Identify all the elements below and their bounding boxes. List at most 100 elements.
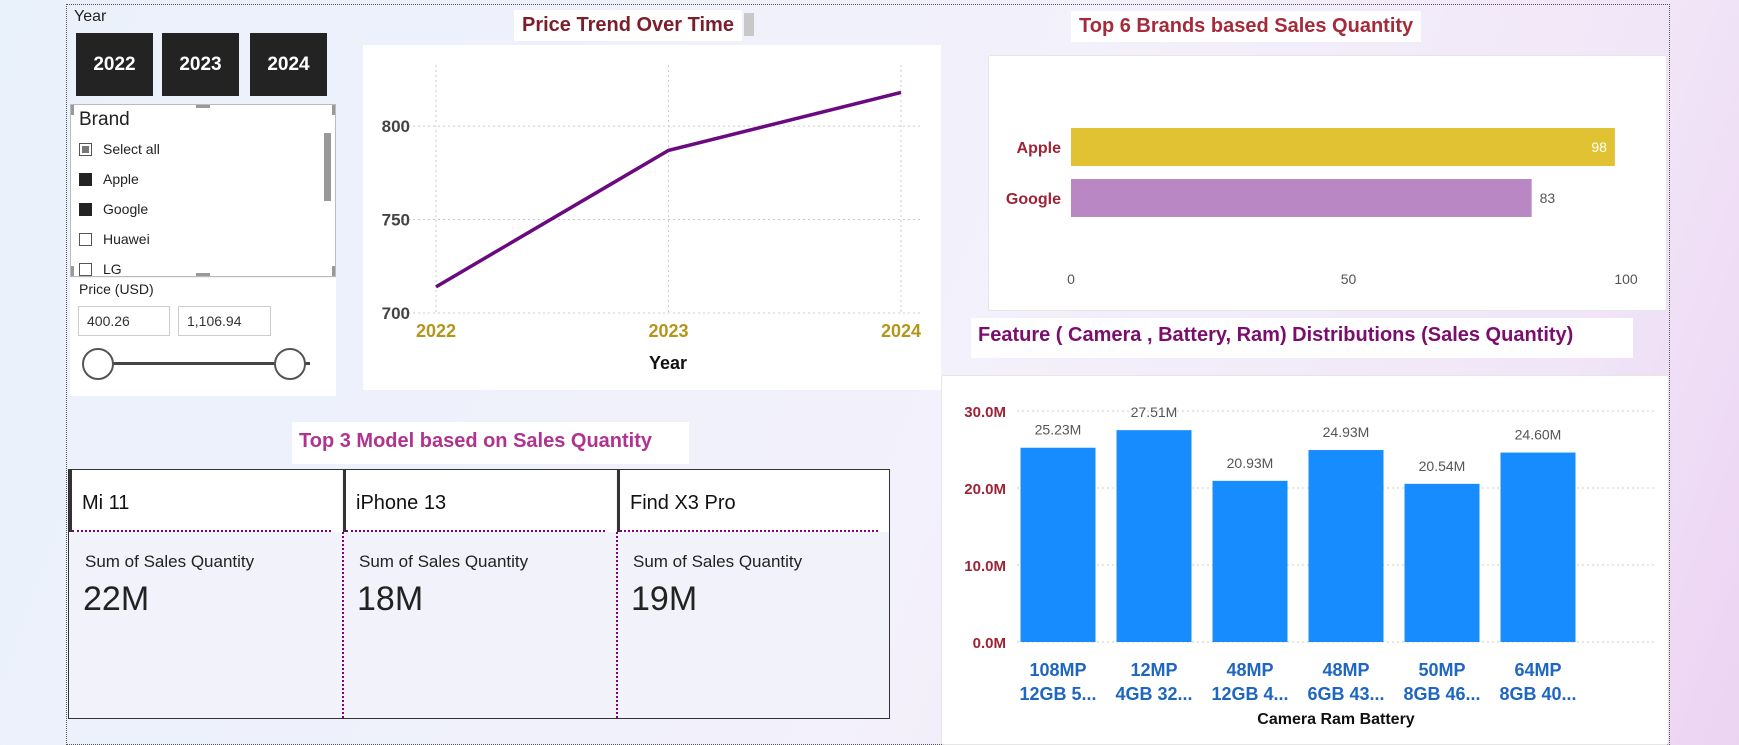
- x-tick-label: 8GB 40...: [1499, 684, 1576, 704]
- brand-item-lg[interactable]: LG: [79, 258, 122, 277]
- year-option-2022[interactable]: 2022: [76, 33, 153, 96]
- x-tick-label: 4GB 32...: [1115, 684, 1192, 704]
- brand-item-label: Select all: [103, 141, 160, 157]
- category-label: Google: [1006, 191, 1061, 208]
- resize-handle-corner[interactable]: [332, 266, 335, 276]
- year-slicer-label: Year: [74, 8, 107, 25]
- model-card-metric-label: Sum of Sales Quantity: [633, 552, 803, 571]
- model-card: iPhone 13 Sum of Sales Quantity 18M: [343, 470, 616, 718]
- data-label: 20.54M: [1419, 458, 1466, 474]
- model-card-name: Mi 11: [82, 492, 130, 514]
- model-card-header: Find X3 Pro: [617, 470, 889, 532]
- bar: [1071, 179, 1532, 217]
- resize-handle-top[interactable]: [196, 105, 210, 108]
- model-card: Find X3 Pro Sum of Sales Quantity 19M: [617, 470, 889, 718]
- x-tick-label: 2023: [648, 321, 688, 341]
- brand-item-select-all[interactable]: Select all: [79, 138, 160, 160]
- y-tick-label: 800: [382, 117, 410, 136]
- resize-handle-corner[interactable]: [332, 105, 335, 115]
- y-tick-label: 10.0M: [964, 558, 1006, 575]
- price-slicer: Price (USD) 400.26 1,106.94: [70, 278, 336, 396]
- x-tick-label: 50: [1341, 271, 1357, 287]
- model-card-value: 19M: [631, 580, 698, 618]
- model-card-metric-label: Sum of Sales Quantity: [85, 552, 255, 571]
- x-tick-label: 8GB 46...: [1403, 684, 1480, 704]
- price-min-input[interactable]: 400.26: [78, 306, 170, 336]
- model-card-name: iPhone 13: [356, 492, 447, 514]
- model-card-header: Mi 11: [69, 470, 342, 532]
- column-chart-title: Feature ( Camera , Battery, Ram) Distrib…: [971, 318, 1633, 358]
- divider: [620, 530, 879, 532]
- resize-handle-corner[interactable]: [71, 266, 74, 276]
- y-tick-label: 700: [382, 304, 410, 323]
- brand-slicer-title: Brand: [79, 109, 130, 130]
- x-tick-label: 12GB 5...: [1019, 684, 1096, 704]
- model-card: Mi 11 Sum of Sales Quantity 22M: [69, 470, 342, 718]
- checkbox-unchecked-icon[interactable]: [79, 232, 92, 246]
- x-tick-label: 2022: [416, 321, 456, 341]
- bar-chart: Apple 98 Google 83 0 50 100: [1006, 128, 1638, 287]
- top-models-title: Top 3 Model based on Sales Quantity: [292, 422, 689, 464]
- x-tick-label: 50MP: [1418, 660, 1465, 680]
- brand-slicer: Brand Select all Apple Google Huawei LG: [70, 104, 336, 277]
- model-card-value: 22M: [83, 580, 150, 618]
- brand-item-label: Google: [103, 201, 149, 217]
- x-tick-label: 2024: [881, 321, 921, 341]
- y-tick-label: 30.0M: [964, 404, 1006, 421]
- model-card-name: Find X3 Pro: [630, 492, 736, 514]
- checkbox-unchecked-icon[interactable]: [79, 262, 92, 276]
- x-tick-label: 12GB 4...: [1211, 684, 1288, 704]
- column-bar: [1308, 450, 1384, 642]
- brand-item-huawei[interactable]: Huawei: [79, 228, 150, 250]
- visual-header-handle[interactable]: [744, 13, 754, 36]
- bar: [1071, 128, 1615, 166]
- price-max-input[interactable]: 1,106.94: [178, 306, 271, 336]
- bar-chart-title: Top 6 Brands based Sales Quantity: [1071, 11, 1422, 42]
- data-label: 98: [1591, 139, 1607, 155]
- data-label: 83: [1540, 190, 1556, 206]
- model-card-header: iPhone 13: [343, 470, 616, 532]
- brand-item-label: Huawei: [103, 231, 150, 247]
- x-tick-label: 6GB 43...: [1307, 684, 1384, 704]
- brand-item-label: Apple: [103, 171, 139, 187]
- year-option-2024[interactable]: 2024: [250, 33, 327, 96]
- column-chart-panel: 0.0M 10.0M 20.0M 30.0M 25.23M 108MP 12GB 5... 2…: [941, 375, 1669, 745]
- column-bar: [1404, 483, 1480, 642]
- price-slider-min-knob[interactable]: [82, 348, 114, 380]
- resize-handle-bottom[interactable]: [196, 273, 210, 276]
- column-bar: [1116, 430, 1192, 642]
- brand-item-apple[interactable]: Apple: [79, 168, 139, 190]
- category-label: Apple: [1017, 140, 1062, 157]
- x-tick-label: 48MP: [1322, 660, 1369, 680]
- line-chart-title: Price Trend Over Time: [514, 10, 742, 41]
- checkbox-checked-icon[interactable]: [79, 202, 92, 216]
- x-tick-label: 48MP: [1226, 660, 1273, 680]
- divider: [346, 530, 606, 532]
- x-tick-label: 100: [1614, 271, 1638, 287]
- brand-scrollbar[interactable]: [324, 133, 331, 201]
- column-bar: [1020, 447, 1096, 642]
- checkbox-checked-icon[interactable]: [79, 172, 92, 186]
- model-card-value: 18M: [357, 580, 424, 618]
- year-option-2023[interactable]: 2023: [162, 33, 239, 96]
- x-tick-label: 0: [1067, 271, 1075, 287]
- checkbox-partial-icon[interactable]: [79, 142, 92, 156]
- line-chart-panel: 700 750 800 2022 2023 2024 Year: [363, 45, 941, 390]
- brand-item-google[interactable]: Google: [79, 198, 148, 220]
- brand-item-label: LG: [103, 261, 122, 277]
- y-tick-label: 0.0M: [973, 635, 1006, 652]
- data-label: 20.93M: [1227, 455, 1274, 471]
- data-label: 24.93M: [1323, 424, 1370, 440]
- y-tick-label: 20.0M: [964, 481, 1006, 498]
- line-chart: 700 750 800 2022 2023 2024 Year: [382, 65, 923, 373]
- column-chart: 0.0M 10.0M 20.0M 30.0M 25.23M 108MP 12GB 5... 2…: [964, 404, 1657, 728]
- x-tick-label: 108MP: [1029, 660, 1086, 680]
- price-slider-max-knob[interactable]: [274, 348, 306, 380]
- model-card-metric-label: Sum of Sales Quantity: [359, 552, 529, 571]
- x-tick-label: 12MP: [1130, 660, 1177, 680]
- bar-chart-panel: Apple 98 Google 83 0 50 100: [988, 55, 1667, 311]
- resize-handle-corner[interactable]: [71, 105, 74, 115]
- x-tick-label: 64MP: [1514, 660, 1561, 680]
- divider: [72, 530, 332, 532]
- column-bar: [1212, 480, 1288, 642]
